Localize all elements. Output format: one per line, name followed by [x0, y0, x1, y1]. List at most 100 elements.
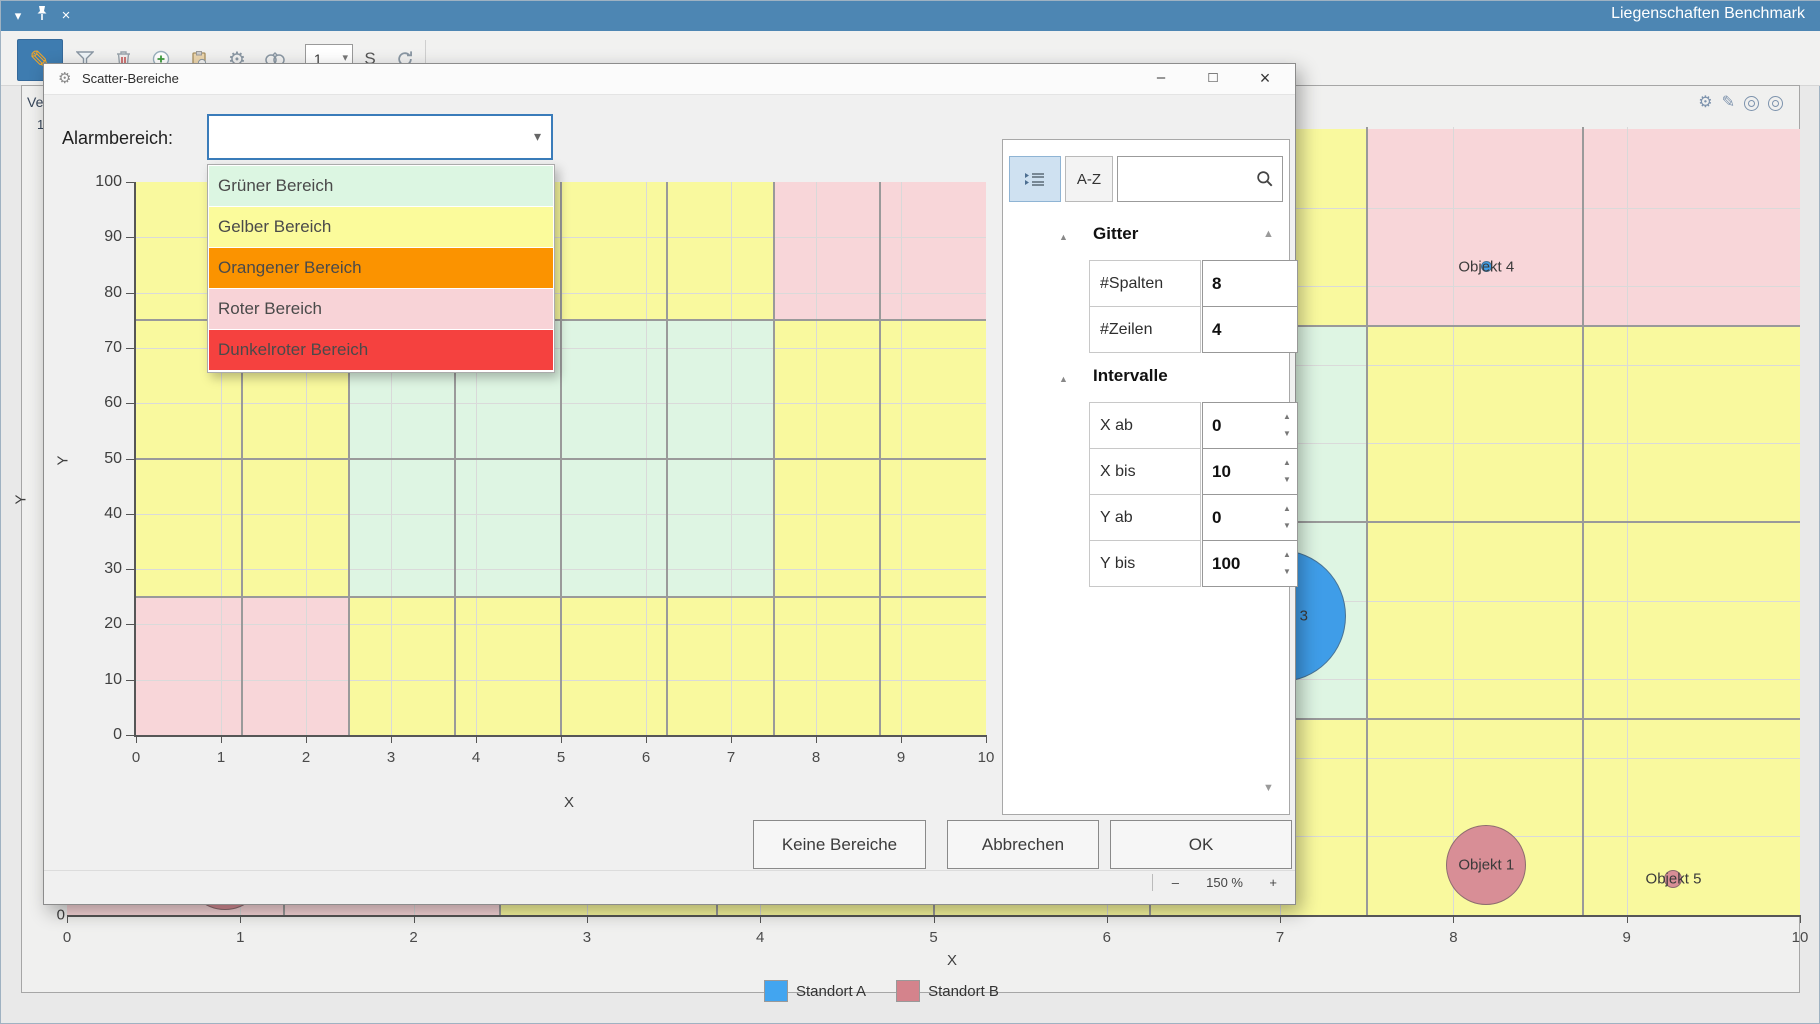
- bg-y-axis-title: Y: [13, 494, 30, 504]
- dropdown-option-2[interactable]: Gelber Bereich: [209, 207, 553, 247]
- x-tick: [646, 735, 647, 743]
- menu-arrow-icon[interactable]: ▾: [7, 5, 29, 27]
- property-label: Y bis: [1089, 540, 1201, 587]
- dropdown-option-1[interactable]: Grüner Bereich: [209, 166, 553, 206]
- minimize-icon[interactable]: –: [1144, 64, 1178, 92]
- spinner-down-icon[interactable]: ▼: [1280, 563, 1294, 580]
- y-tick-label: 50: [84, 450, 122, 468]
- property-value-input[interactable]: 10▲▼: [1202, 448, 1298, 495]
- property-value-input[interactable]: 0▲▼: [1202, 494, 1298, 541]
- x-tick-label: 0: [63, 929, 71, 946]
- spinner-down-icon[interactable]: ▼: [1280, 517, 1294, 534]
- spinner-up-icon[interactable]: ▲: [1280, 500, 1294, 517]
- x-tick: [901, 735, 902, 743]
- x-tick-label: 6: [1103, 929, 1111, 946]
- y-tick-label: 0: [84, 726, 122, 744]
- scroll-up-icon[interactable]: ▲: [1263, 228, 1274, 240]
- property-value-input[interactable]: 100▲▼: [1202, 540, 1298, 587]
- legend-swatch: [896, 980, 920, 1002]
- x-tick: [240, 915, 241, 923]
- x-tick: [476, 735, 477, 743]
- legend-label: Standort A: [796, 983, 866, 1000]
- x-tick: [561, 735, 562, 743]
- dialog-x-axis-title: X: [539, 794, 599, 811]
- bubble-label: Objekt 5: [1646, 870, 1702, 887]
- spinner: ▲▼: [1280, 454, 1294, 490]
- x-tick-label: 8: [812, 749, 820, 766]
- y-tick: [126, 403, 134, 404]
- property-value-input[interactable]: 0▲▼: [1202, 402, 1298, 449]
- dropdown-option-3[interactable]: Orangener Bereich: [209, 248, 553, 288]
- close-icon[interactable]: ×: [1248, 64, 1282, 92]
- pin-icon[interactable]: [31, 5, 53, 27]
- x-tick-label: 6: [642, 749, 650, 766]
- spinner-down-icon[interactable]: ▼: [1280, 471, 1294, 488]
- dialog-title: Scatter-Bereiche: [82, 71, 179, 86]
- property-label: #Zeilen: [1089, 306, 1201, 353]
- bg-legend: Standort AStandort B: [764, 980, 999, 1002]
- y-tick-label: 10: [84, 671, 122, 689]
- y-tick: [126, 569, 134, 570]
- property-value-input[interactable]: 8: [1202, 260, 1298, 307]
- dropdown-option-4[interactable]: Roter Bereich: [209, 289, 553, 329]
- y-tick: [126, 624, 134, 625]
- collapse-icon[interactable]: ▲: [1059, 374, 1068, 384]
- cell-boundary-line: [136, 458, 986, 460]
- x-tick-label: 2: [409, 929, 417, 946]
- alphabetical-view-button[interactable]: A-Z: [1065, 156, 1113, 202]
- bubble-label: Objekt 1: [1458, 856, 1514, 873]
- spinner: ▲▼: [1280, 408, 1294, 444]
- y-tick: [126, 237, 134, 238]
- dialog-titlebar[interactable]: ⚙ Scatter-Bereiche – □ ×: [44, 64, 1295, 95]
- property-label: Y ab: [1089, 494, 1201, 541]
- close-icon[interactable]: ×: [55, 5, 77, 27]
- x-tick: [221, 735, 222, 743]
- keine-bereiche-button[interactable]: Keine Bereiche: [753, 820, 926, 869]
- spinner-up-icon[interactable]: ▲: [1280, 408, 1294, 425]
- y-tick-label: 40: [84, 505, 122, 523]
- bg-x-axis-title: X: [902, 952, 1002, 969]
- zoom-in-button[interactable]: +: [1269, 875, 1277, 890]
- pencil-icon[interactable]: ✎: [1722, 94, 1735, 112]
- application-window: ▾ × Liegenschaften Benchmark ✎ ⚙ 1 ▾ S: [0, 0, 1820, 1024]
- alarmbereich-label: Alarmbereich:: [62, 114, 173, 162]
- maximize-icon[interactable]: □: [1196, 64, 1230, 92]
- gear-icon: ⚙: [58, 69, 71, 87]
- x-tick: [587, 915, 588, 923]
- scroll-down-icon[interactable]: ▼: [1263, 782, 1274, 794]
- y-tick: [126, 680, 134, 681]
- x-tick-label: 9: [1623, 929, 1631, 946]
- alarmbereich-combobox[interactable]: ▾: [207, 114, 553, 160]
- x-tick: [1627, 915, 1628, 923]
- section-header-intervalle: Intervalle: [1093, 366, 1168, 386]
- collapse-icon[interactable]: ▲: [1059, 232, 1068, 242]
- x-tick-label: 3: [583, 929, 591, 946]
- abbrechen-button[interactable]: Abbrechen: [947, 820, 1099, 869]
- spinner-down-icon[interactable]: ▼: [1280, 425, 1294, 442]
- x-tick: [1107, 915, 1108, 923]
- y-tick: [126, 293, 134, 294]
- spinner-up-icon[interactable]: ▲: [1280, 454, 1294, 471]
- x-tick: [306, 735, 307, 743]
- property-search-input[interactable]: [1117, 156, 1283, 202]
- dropdown-option-5[interactable]: Dunkelroter Bereich: [209, 330, 553, 370]
- zoom-out-button[interactable]: –: [1172, 875, 1179, 890]
- categorized-view-button[interactable]: [1009, 156, 1061, 202]
- scatter-settings-icon[interactable]: [1744, 96, 1759, 111]
- property-value-input[interactable]: 4: [1202, 306, 1298, 353]
- x-tick-label: 10: [978, 749, 995, 766]
- reload-chart-icon[interactable]: [1768, 96, 1783, 111]
- y-tick-label: 100: [84, 173, 122, 191]
- gear-icon[interactable]: ⚙: [1698, 94, 1712, 112]
- section-header-gitter: Gitter: [1093, 224, 1138, 244]
- y-tick: [126, 735, 134, 736]
- y-tick-label: 90: [84, 228, 122, 246]
- chevron-down-icon: ▾: [534, 128, 541, 145]
- alarmbereich-dropdown-list: Grüner BereichGelber BereichOrangener Be…: [207, 164, 555, 373]
- spinner-up-icon[interactable]: ▲: [1280, 546, 1294, 563]
- x-tick-label: 5: [557, 749, 565, 766]
- x-tick-label: 5: [929, 929, 937, 946]
- x-tick-label: 4: [472, 749, 480, 766]
- x-tick: [1453, 915, 1454, 923]
- ok-button[interactable]: OK: [1110, 820, 1292, 869]
